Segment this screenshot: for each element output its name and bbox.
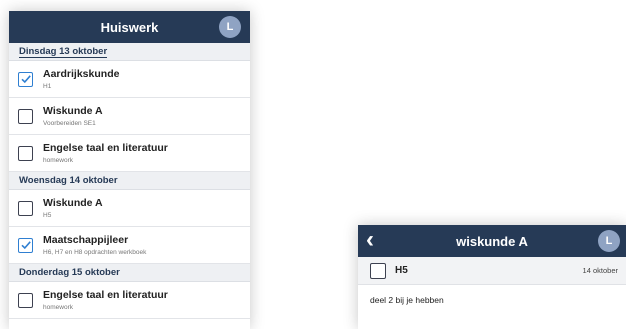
item-subject: Engelse taal en literatuur <box>43 141 168 154</box>
checkbox[interactable] <box>18 108 33 124</box>
checkmark-icon <box>20 241 31 250</box>
day-header: Woensdag 14 oktober <box>9 172 250 190</box>
list-item[interactable]: Wiskunde A H5 <box>9 190 250 227</box>
avatar[interactable]: L <box>598 230 620 252</box>
homework-list-screen: Huiswerk L Dinsdag 13 oktober Aardrijksk… <box>9 11 250 329</box>
checkmark-icon <box>20 75 31 84</box>
homework-detail-screen: ‹ wiskunde A L H5 14 oktober deel 2 bij … <box>358 225 626 329</box>
avatar[interactable]: L <box>219 16 241 38</box>
page-title: wiskunde A <box>456 233 528 249</box>
item-note: H5 <box>43 211 52 219</box>
item-note: H1 <box>43 82 52 90</box>
list-item[interactable]: Aardrijkskunde H1 <box>9 61 250 98</box>
nav-bar: ‹ wiskunde A L <box>358 225 626 257</box>
item-subject: Maatschappijleer <box>43 233 129 246</box>
list-item[interactable]: Maatschappijleer H6, H7 en H8 opdrachten… <box>9 227 250 264</box>
day-header: Donderdag 15 oktober <box>9 264 250 282</box>
checkbox[interactable] <box>18 200 33 216</box>
item-note: H6, H7 en H8 opdrachten werkboek <box>43 248 147 256</box>
item-name: H5 <box>395 265 408 276</box>
list-item[interactable]: Engelse taal en literatuur homework <box>9 282 250 319</box>
item-subject: Wiskunde A <box>43 104 103 117</box>
item-subject: Wiskunde A <box>43 196 103 209</box>
checkbox[interactable] <box>370 262 386 279</box>
checkbox[interactable] <box>18 292 33 308</box>
page-title: Huiswerk <box>100 19 159 35</box>
chevron-left-icon[interactable]: ‹ <box>366 227 374 253</box>
item-note: homework <box>43 156 73 164</box>
checkbox[interactable] <box>18 71 33 87</box>
item-date: 14 oktober <box>582 266 618 275</box>
item-subject: Engelse taal en literatuur <box>43 288 168 301</box>
item-note: homework <box>43 303 73 311</box>
item-note: Voorbereiden SE1 <box>43 119 96 127</box>
checkbox[interactable] <box>18 145 33 161</box>
list-item[interactable]: Wiskunde A Voorbereiden SE1 <box>9 98 250 135</box>
detail-item-row[interactable]: H5 14 oktober <box>358 257 626 285</box>
item-description: deel 2 bij je hebben <box>370 295 444 305</box>
item-subject: Aardrijkskunde <box>43 67 120 80</box>
checkbox[interactable] <box>18 237 33 253</box>
nav-bar: Huiswerk L <box>9 11 250 43</box>
list-item[interactable]: Engelse taal en literatuur homework <box>9 135 250 172</box>
day-header: Dinsdag 13 oktober <box>9 43 250 61</box>
